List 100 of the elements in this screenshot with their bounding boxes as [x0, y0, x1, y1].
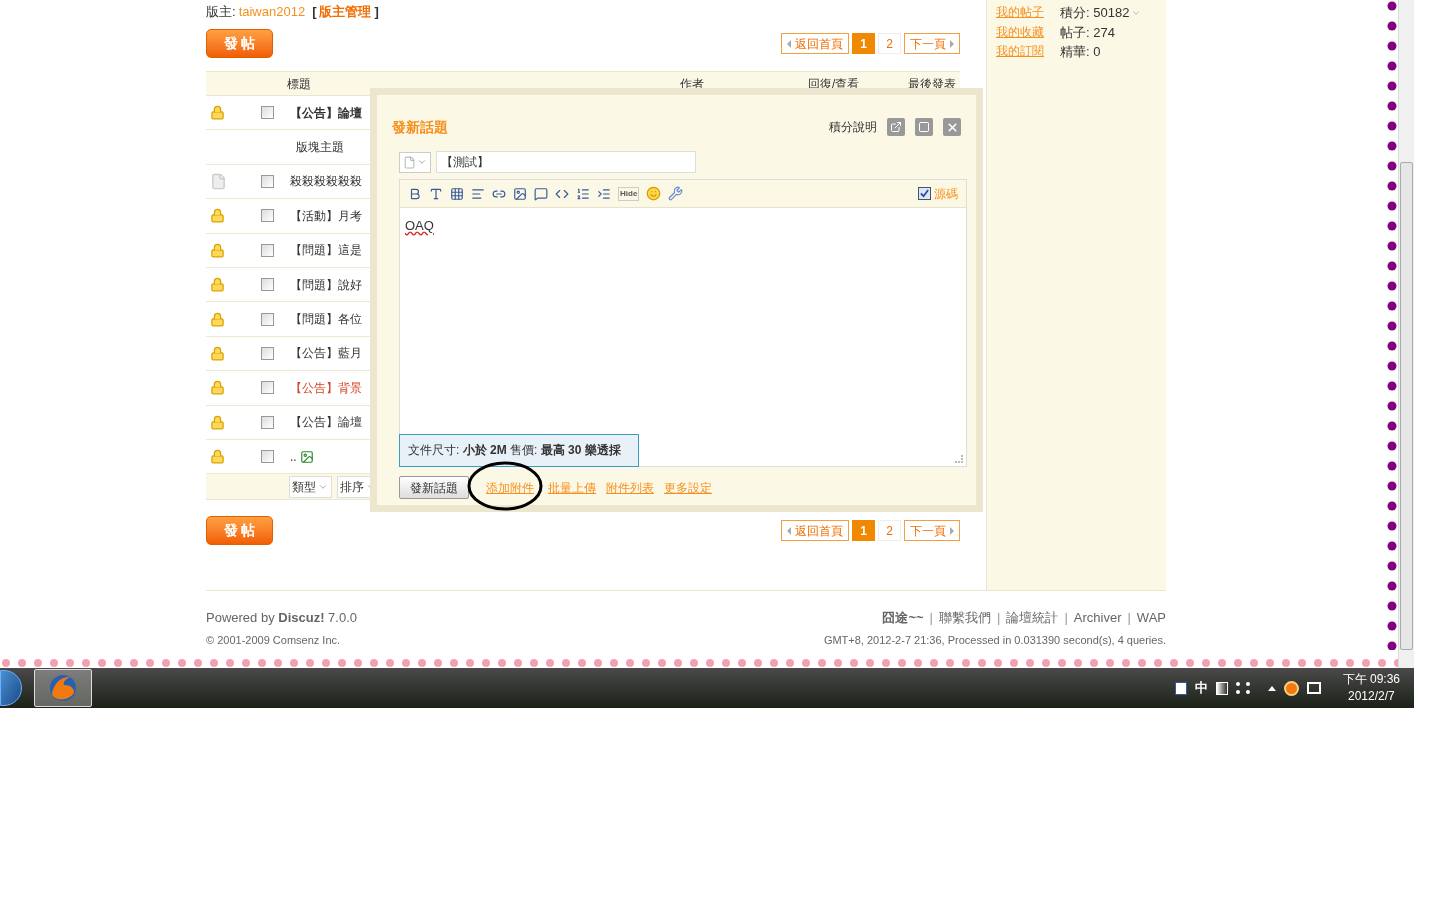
- popout-button[interactable]: [887, 118, 905, 136]
- checkbox[interactable]: [261, 450, 274, 464]
- padlock-icon: [210, 277, 225, 293]
- globe-icon: [48, 673, 78, 703]
- user-stat: 精華: 0: [1060, 43, 1102, 61]
- left-triangle-icon: [787, 39, 791, 48]
- separator-text: |: [997, 609, 1001, 627]
- ime-icon[interactable]: [1174, 681, 1187, 695]
- scrollbar-thumb[interactable]: [1400, 162, 1413, 650]
- padlock-icon: [210, 242, 225, 258]
- footer-link[interactable]: 聯繫我們: [939, 608, 991, 628]
- thread-title[interactable]: 【活動】月考: [290, 206, 362, 225]
- checkbox[interactable]: [261, 174, 274, 188]
- hide-button[interactable]: Hide: [618, 186, 640, 201]
- close-icon: [945, 120, 959, 134]
- wrench-icon[interactable]: [668, 186, 684, 201]
- numbered-list-icon[interactable]: [576, 186, 590, 201]
- padlock-icon: [210, 449, 225, 465]
- padlock-icon: [210, 311, 225, 327]
- half-width-icon[interactable]: [1215, 681, 1228, 695]
- thread-title[interactable]: 【問題】這是: [290, 241, 362, 260]
- icon-select[interactable]: [399, 151, 431, 173]
- first-page-link[interactable]: 返回首頁: [781, 33, 849, 54]
- thread-title[interactable]: 【問題】各位: [290, 310, 362, 329]
- thread-title[interactable]: 【公告】背景: [290, 378, 362, 397]
- start-button[interactable]: [0, 670, 22, 706]
- checkbox[interactable]: [261, 346, 274, 360]
- user-stat: 帖子: 274: [1060, 23, 1116, 42]
- checkbox[interactable]: [261, 381, 274, 395]
- check-icon: [920, 189, 929, 198]
- bold-icon[interactable]: [408, 186, 422, 201]
- moderator-label: 版主:: [206, 3, 236, 22]
- thread-title[interactable]: 殺殺殺殺殺殺: [290, 172, 362, 191]
- padlock-icon: [210, 208, 225, 224]
- caret-icon: [417, 157, 427, 167]
- first-page-link[interactable]: 返回首頁: [781, 520, 849, 542]
- maximize-button[interactable]: [915, 118, 933, 136]
- checkbox[interactable]: [261, 243, 274, 257]
- align-icon[interactable]: [471, 186, 485, 201]
- checkbox[interactable]: [261, 415, 274, 429]
- thread-title[interactable]: 【公告】論壇: [290, 103, 362, 122]
- left-triangle-icon: [787, 526, 791, 535]
- right-triangle-icon: [950, 526, 954, 535]
- resize-grip-icon[interactable]: [955, 455, 963, 463]
- smiley-icon[interactable]: [646, 186, 662, 201]
- footer-stats: GMT+8, 2012-2-7 21:36, Processed in 0.031390 second(s), 4 queries.: [823, 632, 1166, 648]
- powered-by-text: Powered by Discuz! 7.0.0: [206, 609, 358, 627]
- clock-date[interactable]: 2012/2/7: [1347, 688, 1395, 705]
- user-stat: 積分: 50182: [1060, 3, 1142, 23]
- indent-icon[interactable]: [597, 186, 611, 201]
- close-button[interactable]: [943, 118, 961, 136]
- thread-title[interactable]: 【問題】說好: [290, 275, 362, 294]
- subject-field[interactable]: 【測試】: [436, 151, 696, 173]
- document-icon: [403, 155, 416, 169]
- page-link[interactable]: 2: [878, 33, 901, 54]
- image-icon[interactable]: [513, 186, 527, 201]
- up-triangle-icon[interactable]: [1267, 685, 1276, 691]
- help-link[interactable]: 積分說明: [829, 118, 877, 136]
- footer-link[interactable]: WAP: [1136, 608, 1166, 628]
- checkbox[interactable]: [261, 312, 274, 326]
- page-link[interactable]: 2: [878, 520, 901, 542]
- checkbox[interactable]: [918, 187, 931, 200]
- editor-text: OAQ: [405, 218, 434, 233]
- browser-taskbar-button[interactable]: [34, 669, 92, 707]
- separator-text: |: [929, 609, 933, 627]
- speech-bubble-icon[interactable]: [534, 186, 548, 201]
- padlock-icon: [210, 414, 225, 430]
- separator-text: |: [1127, 609, 1131, 627]
- font-size-icon[interactable]: [429, 186, 443, 201]
- clock-time[interactable]: 下午 09:36: [1342, 671, 1400, 688]
- checkbox[interactable]: [261, 278, 274, 292]
- next-page-link[interactable]: 下一頁: [904, 33, 960, 54]
- scrollbar[interactable]: [1398, 0, 1414, 668]
- column-header: 標題: [287, 76, 312, 93]
- color-grid-icon[interactable]: [450, 186, 464, 201]
- ime-menu-icon[interactable]: [1235, 682, 1250, 694]
- copyright-text: © 2001-2009 Comsenz Inc.: [206, 632, 342, 648]
- padlock-icon: [210, 345, 225, 361]
- maximize-icon: [918, 121, 930, 133]
- thread-title[interactable]: 【公告】論壇: [290, 413, 362, 432]
- network-icon[interactable]: [1306, 682, 1321, 694]
- manage-link[interactable]: 版主管理: [319, 2, 372, 22]
- filter-select[interactable]: 類型: [289, 475, 332, 498]
- bracket-text: [: [312, 3, 317, 22]
- thread-title[interactable]: ..: [290, 447, 297, 466]
- footer-link[interactable]: Archiver: [1073, 608, 1122, 628]
- footer-link[interactable]: 囧途~~: [882, 608, 924, 628]
- bracket-text: ]: [374, 3, 379, 22]
- tray-app-icon[interactable]: [1283, 680, 1299, 696]
- next-page-link[interactable]: 下一頁: [904, 520, 960, 542]
- thread-title[interactable]: 【公告】藍月: [290, 344, 362, 363]
- padlock-icon: [210, 380, 225, 396]
- checkbox[interactable]: [261, 106, 274, 120]
- footer-link[interactable]: 論壇統計: [1006, 608, 1059, 628]
- checkbox[interactable]: [261, 209, 274, 223]
- right-triangle-icon: [950, 39, 954, 48]
- dialog-title: 發新話題: [392, 117, 448, 137]
- ime-mode-text[interactable]: 中: [1194, 678, 1208, 698]
- submit-button[interactable]: 發新話題: [399, 476, 469, 499]
- separator-text: |: [1064, 609, 1068, 627]
